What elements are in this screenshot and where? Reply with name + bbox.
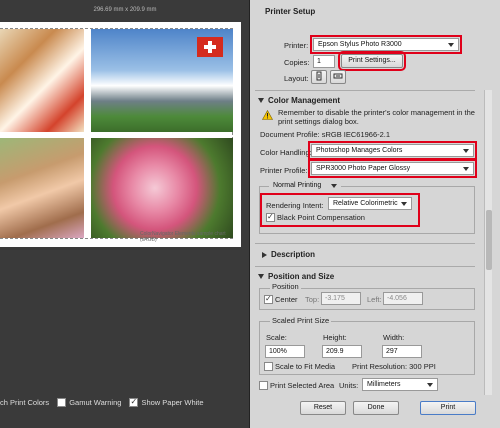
- copies-input[interactable]: 1: [313, 55, 335, 68]
- match-print-colors-option[interactable]: ch Print Colors: [0, 398, 49, 407]
- divider: [255, 243, 475, 244]
- gamut-warning-option[interactable]: Gamut Warning: [57, 397, 122, 407]
- rendering-intent-value: Relative Colorimetric: [333, 200, 398, 207]
- document-profile-text: Document Profile: sRGB IEC61966-2.1: [260, 130, 391, 139]
- printer-profile-select[interactable]: SPR3000 Photo Paper Glossy: [308, 159, 477, 178]
- units-select[interactable]: Millimeters: [362, 378, 438, 391]
- photo-flower: [91, 138, 233, 238]
- black-point-compensation-label: Black Point Compensation: [277, 213, 365, 222]
- layout-label: Layout:: [284, 74, 309, 83]
- divider: [255, 266, 475, 267]
- color-management-title: Color Management: [268, 96, 341, 105]
- width-label: Width:: [383, 333, 405, 342]
- chevron-down-icon: [401, 202, 407, 206]
- portrait-icon: [316, 71, 322, 81]
- description-title: Description: [271, 250, 316, 259]
- divider: [255, 90, 475, 91]
- expand-triangle-icon: [258, 274, 264, 279]
- print-resolution-text: Print Resolution: 300 PPI: [352, 362, 436, 371]
- match-print-colors-label: ch Print Colors: [0, 397, 50, 407]
- show-paper-white-option[interactable]: Show Paper White: [129, 397, 204, 407]
- units-label: Units:: [339, 381, 359, 390]
- photo-breakfast: [0, 29, 84, 132]
- rendering-intent-label: Rendering Intent:: [266, 201, 324, 210]
- show-paper-white-label: Show Paper White: [141, 397, 204, 407]
- print-settings-button[interactable]: Print Settings...: [338, 51, 406, 71]
- copies-label: Copies:: [284, 58, 310, 67]
- swiss-flag-image: [197, 37, 223, 57]
- expand-triangle-icon: [258, 98, 264, 103]
- done-button[interactable]: Done: [353, 401, 399, 415]
- chevron-down-icon: [463, 167, 469, 171]
- rendering-intent-select[interactable]: Relative Colorimetric: [328, 197, 412, 210]
- top-input[interactable]: -3.175: [321, 292, 361, 305]
- printer-setup-heading: Printer Setup: [265, 7, 315, 16]
- description-heading[interactable]: Description: [262, 250, 315, 259]
- paper-dimensions-label: 296.69 mm x 209.9 mm: [93, 7, 157, 13]
- center-checkbox[interactable]: [264, 294, 273, 304]
- chart-credit-text: ColorNavigator Elements sample chart (sR…: [140, 231, 226, 243]
- width-input[interactable]: 297: [382, 345, 422, 358]
- gamut-warning-checkbox[interactable]: [57, 397, 67, 407]
- panel-scrollbar[interactable]: [484, 90, 492, 395]
- chevron-down-icon: [463, 149, 469, 153]
- photo-mountain: [91, 29, 233, 132]
- scale-to-fit-checkbox[interactable]: [264, 362, 273, 371]
- chevron-down-icon: [331, 184, 337, 188]
- color-handling-value: Photoshop Manages Colors: [316, 147, 403, 154]
- color-handling-label: Color Handling:: [260, 148, 312, 157]
- landscape-icon: [333, 73, 343, 79]
- position-size-heading[interactable]: Position and Size: [258, 272, 334, 281]
- collapse-triangle-icon: [262, 251, 267, 258]
- reset-button[interactable]: Reset: [300, 401, 346, 415]
- height-input[interactable]: 209.9: [322, 345, 362, 358]
- center-label: Center: [275, 295, 298, 304]
- color-management-heading[interactable]: Color Management: [258, 96, 340, 105]
- chevron-down-icon: [427, 383, 433, 387]
- black-point-compensation-checkbox[interactable]: [266, 212, 275, 222]
- height-label: Height:: [323, 333, 347, 342]
- print-preview-area: 296.69 mm x 209.9 mm ColorNavigator Elem…: [0, 0, 249, 428]
- scrollbar-thumb[interactable]: [486, 210, 492, 270]
- color-management-warning: Remember to disable the printer's color …: [278, 108, 475, 126]
- chevron-down-icon: [448, 43, 454, 47]
- top-label: Top:: [305, 295, 320, 304]
- printing-mode-select[interactable]: Normal Printing: [269, 180, 341, 193]
- paper-preview: ColorNavigator Elements sample chart (sR…: [0, 22, 241, 247]
- print-selected-area-checkbox[interactable]: [259, 381, 268, 390]
- printing-mode-value: Normal Printing: [273, 182, 322, 189]
- scale-to-fit-label: Scale to Fit Media: [275, 362, 336, 371]
- landscape-layout-button[interactable]: [330, 70, 346, 84]
- position-group-label: Position: [270, 282, 301, 291]
- units-value: Millimeters: [367, 381, 401, 388]
- left-input[interactable]: -4.056: [383, 292, 423, 305]
- printer-setup-title: Printer Setup: [265, 7, 316, 16]
- printer-select[interactable]: Epson Stylus Photo R3000: [310, 35, 462, 54]
- gamut-warning-label: Gamut Warning: [69, 397, 122, 407]
- position-size-title: Position and Size: [268, 272, 335, 281]
- photo-children: [0, 138, 84, 238]
- portrait-layout-button[interactable]: [311, 70, 327, 84]
- print-button[interactable]: Print: [420, 401, 476, 415]
- printer-select-value: Epson Stylus Photo R3000: [318, 41, 402, 48]
- printer-label: Printer:: [284, 41, 309, 50]
- left-label: Left:: [367, 295, 382, 304]
- printer-profile-value: SPR3000 Photo Paper Glossy: [316, 165, 411, 172]
- printer-profile-label: Printer Profile:: [260, 166, 308, 175]
- scale-input[interactable]: 100%: [265, 345, 305, 358]
- scaled-print-size-label: Scaled Print Size: [270, 316, 332, 325]
- scale-label: Scale:: [266, 333, 287, 342]
- warning-icon: [262, 110, 273, 120]
- show-paper-white-checkbox[interactable]: [129, 397, 139, 407]
- print-selected-area-label: Print Selected Area: [270, 381, 335, 390]
- preview-options: ch Print Colors Gamut Warning Show Paper…: [0, 395, 249, 409]
- color-handling-select[interactable]: Photoshop Manages Colors: [308, 141, 477, 160]
